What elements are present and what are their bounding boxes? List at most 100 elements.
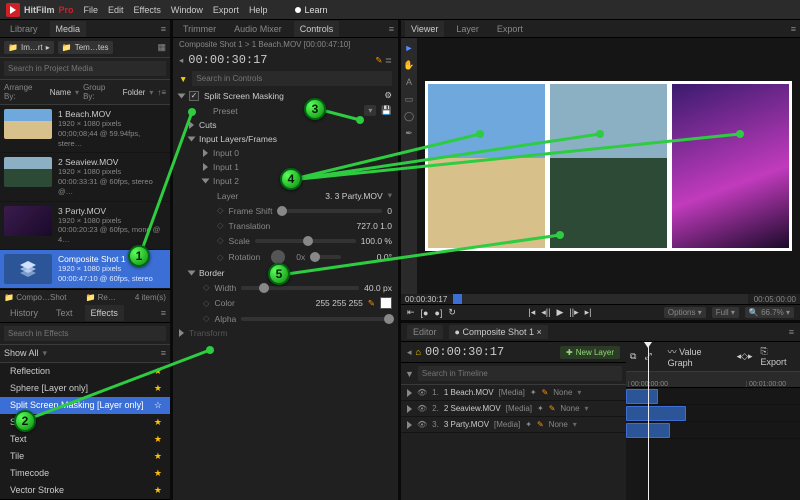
fx-icon[interactable]: ✦ [525, 420, 532, 429]
arrange-by-value[interactable]: Name [50, 88, 71, 97]
pencil-icon[interactable]: ✎ [375, 55, 382, 65]
clip-lane[interactable] [626, 422, 800, 439]
import-breadcrumb[interactable]: 📁 Im…rt ▸ [4, 41, 54, 54]
tab-editor[interactable]: Editor [407, 325, 443, 339]
kf-nav-icon[interactable]: ◂◇▸ [737, 351, 753, 362]
menu-window[interactable]: Window [171, 5, 203, 15]
list-icon[interactable]: ≣ [385, 55, 392, 65]
layer-value[interactable]: 3. 3 Party.MOV [325, 191, 382, 201]
fx-icon[interactable]: ✦ [530, 388, 537, 397]
tab-export[interactable]: Export [491, 21, 529, 37]
timeline[interactable]: ⧉ ⤢ 〰 Value Graph ◂◇▸ ⎘ Export 00:00:00:… [626, 342, 800, 500]
eye-icon[interactable]: 👁 [417, 420, 427, 429]
effects-search-input[interactable] [4, 326, 166, 341]
clip-lane[interactable] [626, 388, 800, 405]
controls-timecode[interactable]: 00:00:30:17 [188, 53, 267, 67]
panel-menu-icon[interactable]: ≡ [789, 327, 794, 337]
clip-lane[interactable] [626, 405, 800, 422]
media-search-input[interactable] [4, 61, 166, 76]
keyframe-icon[interactable]: ◇ [203, 298, 210, 309]
blend-mode[interactable]: None [560, 404, 579, 413]
quality-button[interactable]: Full ▾ [712, 307, 739, 318]
controls-breadcrumb[interactable]: Composite Shot 1 > 1 Beach.MOV [00:00:47… [179, 40, 350, 49]
tab-layer[interactable]: Layer [450, 21, 485, 37]
value-graph-button[interactable]: 〰 Value Graph [668, 345, 729, 368]
eyedropper-icon[interactable]: ✎ [368, 298, 375, 309]
menu-export[interactable]: Export [213, 5, 239, 15]
effect-row[interactable]: Sphere [Layer only]★ [0, 380, 170, 397]
filter-icon[interactable]: ≡ [161, 348, 166, 358]
color-swatch[interactable] [380, 297, 392, 309]
keyframe-icon[interactable]: ◇ [217, 220, 224, 231]
new-layer-button[interactable]: ✚ New Layer [560, 346, 620, 359]
new-item-icon[interactable]: ▦ [157, 42, 166, 53]
star-icon[interactable]: ★ [154, 417, 162, 428]
tab-audiomixer[interactable]: Audio Mixer [228, 21, 288, 37]
export-inline-button[interactable]: ⎘ Export [761, 346, 796, 367]
in-point-icon[interactable]: ⇤ [407, 307, 415, 318]
menu-file[interactable]: File [84, 5, 99, 15]
media-item[interactable]: 1 Beach.MOV 1920 × 1080 pixels 00;00;08;… [0, 105, 170, 153]
border-color-value[interactable]: 255 255 255 [316, 298, 363, 308]
options-button[interactable]: Options ▾ [664, 307, 706, 318]
tab-composite-shot[interactable]: ● Composite Shot 1 × [449, 325, 548, 339]
effect-row[interactable]: Reflection★ [0, 363, 170, 380]
eye-icon[interactable]: 👁 [417, 388, 427, 397]
frameshift-slider[interactable] [277, 209, 382, 213]
sort-asc-icon[interactable]: ↑≡ [157, 88, 166, 97]
border-alpha-slider[interactable] [241, 317, 392, 321]
loop-icon[interactable]: ↻ [448, 307, 456, 318]
rotation-turns[interactable]: 0x [296, 252, 305, 262]
zoom-button[interactable]: 🔍 66.7% ▾ [745, 307, 794, 318]
learn-button[interactable]: Learn [295, 5, 327, 15]
play-icon[interactable]: ▶ [556, 307, 563, 318]
menu-edit[interactable]: Edit [108, 5, 124, 15]
tab-text[interactable]: Text [50, 305, 79, 321]
layer-row[interactable]: 👁 2.2 Seaview.MOV[Media] ✦✎ None▾ [401, 401, 626, 417]
tab-history[interactable]: History [4, 305, 44, 321]
pencil-icon[interactable]: ✎ [542, 388, 549, 397]
menu-effects[interactable]: Effects [134, 5, 161, 15]
home-icon[interactable]: ⌂ [416, 347, 421, 357]
funnel-icon[interactable]: ▼ [179, 74, 187, 84]
range-out-icon[interactable]: ●] [434, 308, 442, 318]
mask-ellipse-icon[interactable]: ◯ [403, 110, 415, 122]
funnel-icon[interactable]: ▼ [405, 369, 414, 379]
blend-mode[interactable]: None [549, 420, 568, 429]
time-ruler[interactable]: 00:00:00:00 00:01:00:00 00:02:00:00 [626, 372, 800, 388]
hand-icon[interactable]: ✋ [403, 59, 415, 71]
keyframe-icon[interactable]: ◇ [217, 235, 224, 246]
inputs-group[interactable]: Input Layers/Frames [199, 134, 277, 144]
editor-timecode[interactable]: 00:00:30:17 [425, 345, 504, 359]
clip[interactable] [626, 389, 658, 404]
keyframe-icon[interactable]: ◇ [203, 282, 210, 293]
border-group[interactable]: Border [199, 268, 225, 278]
pen-tool-icon[interactable]: ✒ [403, 127, 415, 139]
star-icon[interactable]: ★ [154, 451, 162, 462]
pencil-icon[interactable]: ✎ [537, 420, 544, 429]
rotation-slider[interactable] [310, 255, 341, 259]
pointer-icon[interactable]: ► [403, 42, 415, 54]
border-width-slider[interactable] [241, 286, 359, 290]
viewer-canvas[interactable] [417, 38, 800, 294]
panel-menu-icon[interactable]: ≡ [389, 24, 394, 34]
layer-row[interactable]: 👁 1.1 Beach.MOV[Media] ✦✎ None▾ [401, 385, 626, 401]
group-by-value[interactable]: Folder [123, 88, 146, 97]
range-in-icon[interactable]: [● [421, 308, 429, 318]
go-end-icon[interactable]: ▸| [585, 307, 592, 318]
snap-icon[interactable]: ⧉ [630, 351, 636, 362]
preset-dropdown[interactable]: ▾ [364, 105, 376, 116]
effect-row[interactable]: Text★ [0, 431, 170, 448]
effects-showall[interactable]: Show All [4, 348, 39, 358]
timeline-search-input[interactable] [418, 366, 622, 381]
fx-icon[interactable]: ✦ [537, 404, 544, 413]
media-item[interactable]: 3 Party.MOV 1920 × 1080 pixels 00:00:20:… [0, 202, 170, 250]
panel-menu-icon[interactable]: ≡ [791, 24, 796, 34]
tab-controls[interactable]: Controls [294, 21, 340, 37]
save-preset-icon[interactable]: 💾 [381, 105, 392, 116]
effect-row[interactable]: Vector Stroke★ [0, 482, 170, 499]
star-icon[interactable]: ★ [154, 485, 162, 496]
prev-frame-icon[interactable]: ◂|| [541, 307, 550, 318]
tab-library[interactable]: Library [4, 21, 44, 37]
cuts-group[interactable]: Cuts [199, 120, 216, 130]
